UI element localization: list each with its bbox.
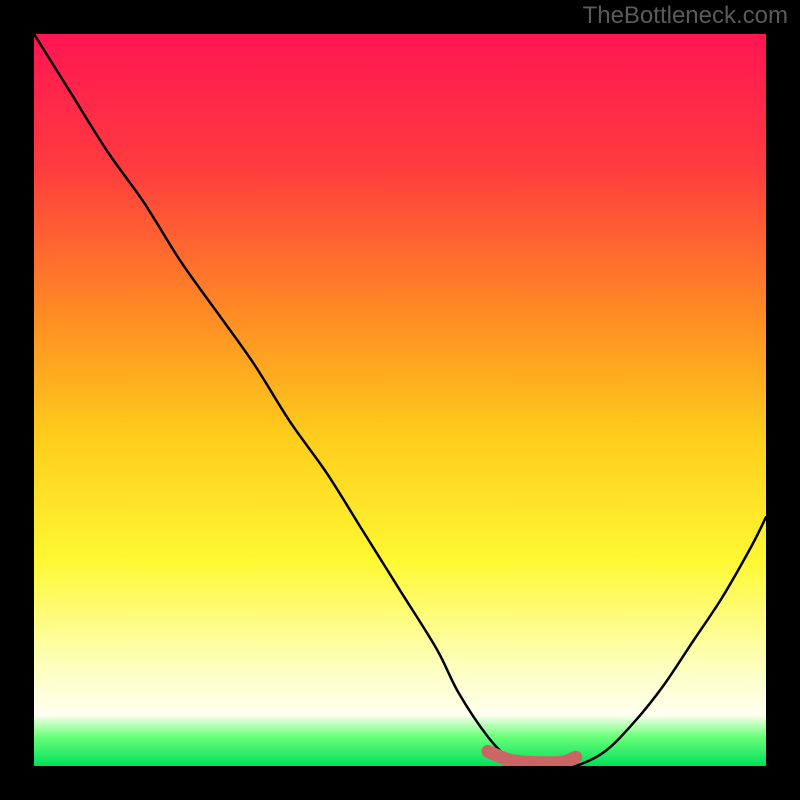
valley-highlight bbox=[488, 751, 576, 762]
plot-area bbox=[34, 34, 766, 766]
watermark-text: TheBottleneck.com bbox=[583, 2, 788, 30]
bottleneck-curve bbox=[34, 34, 766, 766]
chart-frame: TheBottleneck.com bbox=[0, 0, 800, 800]
curve-layer bbox=[34, 34, 766, 766]
